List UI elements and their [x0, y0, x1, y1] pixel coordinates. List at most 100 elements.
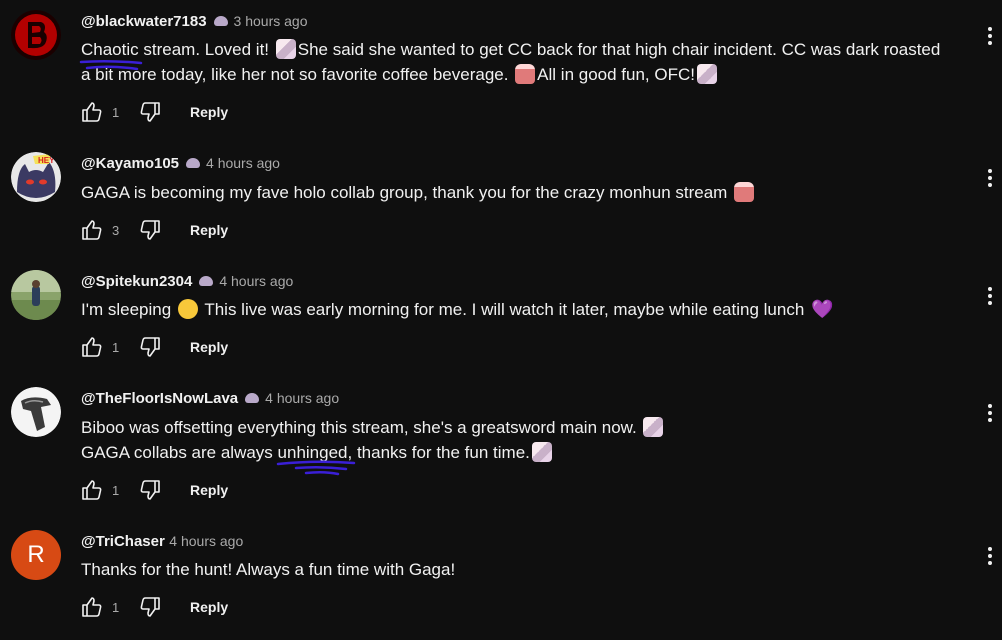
- text-segment: Biboo was offsetting everything this str…: [81, 418, 642, 437]
- comment-actions: 1 Reply: [78, 476, 228, 504]
- timestamp[interactable]: 4 hours ago: [206, 155, 280, 171]
- coffee-cup-emoji-icon: [515, 64, 536, 85]
- avatar[interactable]: [11, 387, 61, 437]
- dislike-button[interactable]: [136, 593, 164, 621]
- comment-text: I'm sleeping This live was early morning…: [81, 297, 833, 322]
- reply-button[interactable]: Reply: [190, 222, 228, 238]
- dislike-button[interactable]: [136, 333, 164, 361]
- avatar[interactable]: R: [11, 530, 61, 580]
- avatar-letter: R: [11, 530, 61, 580]
- svg-text:HEY: HEY: [38, 156, 55, 165]
- more-vert-icon[interactable]: [982, 24, 998, 48]
- timestamp[interactable]: 4 hours ago: [219, 273, 293, 289]
- more-vert-icon[interactable]: [982, 401, 998, 425]
- comment-actions: 1 Reply: [78, 333, 228, 361]
- custom-emoji-icon: [275, 39, 296, 60]
- comment-line: I'm sleeping This live was early morning…: [81, 297, 833, 322]
- comment-header: @TriChaser 4 hours ago: [81, 530, 243, 552]
- member-badge-icon: [245, 392, 260, 403]
- member-badge-icon: [213, 15, 228, 26]
- custom-emoji-icon: [696, 64, 717, 85]
- comment-text: GAGA is becoming my fave holo collab gro…: [81, 180, 756, 205]
- avatar[interactable]: HEY: [11, 152, 61, 202]
- avatar[interactable]: [11, 10, 61, 60]
- thumb-down-icon: [140, 337, 160, 357]
- custom-emoji-icon: [643, 417, 664, 438]
- like-button[interactable]: [78, 333, 106, 361]
- dislike-button[interactable]: [136, 476, 164, 504]
- reply-button[interactable]: Reply: [190, 599, 228, 615]
- comment-line: a bit more today, like her not so favori…: [81, 62, 940, 87]
- thumb-up-icon: [82, 102, 102, 122]
- like-button[interactable]: [78, 98, 106, 126]
- text-segment: I'm sleeping: [81, 300, 176, 319]
- timestamp[interactable]: 4 hours ago: [169, 533, 243, 549]
- like-count: 1: [112, 599, 120, 615]
- more-vert-icon[interactable]: [982, 166, 998, 190]
- author-name[interactable]: @TheFloorIsNowLava: [81, 390, 238, 407]
- reply-button[interactable]: Reply: [190, 339, 228, 355]
- comment-line: Chaotic stream. Loved it! She said she w…: [79, 37, 941, 71]
- comment-header: @Spitekun2304 4 hours ago: [81, 270, 293, 292]
- text-segment: She said she wanted to get CC back for t…: [297, 40, 941, 59]
- comment-text: Chaotic stream. Loved it! She said she w…: [79, 37, 941, 87]
- timestamp[interactable]: 4 hours ago: [265, 390, 339, 406]
- comment-line: Biboo was offsetting everything this str…: [81, 415, 665, 440]
- author-name[interactable]: @Spitekun2304: [81, 273, 192, 290]
- like-count: 1: [112, 482, 120, 498]
- comment-header: @TheFloorIsNowLava 4 hours ago: [81, 387, 339, 409]
- text-segment: Thanks for the hunt! Always a fun time w…: [81, 560, 456, 579]
- like-count: 1: [112, 339, 120, 355]
- underlined-word: Chaotic: [79, 37, 143, 71]
- coffee-cup-emoji-icon: [734, 182, 755, 203]
- word-unhinged: unhinged: [277, 443, 348, 463]
- timestamp[interactable]: 3 hours ago: [234, 13, 308, 29]
- comment-actions: 3 Reply: [78, 216, 228, 244]
- dislike-button[interactable]: [136, 98, 164, 126]
- more-vert-icon[interactable]: [982, 544, 998, 568]
- thumb-up-icon: [82, 597, 102, 617]
- author-name[interactable]: @TriChaser: [81, 533, 165, 550]
- author-name[interactable]: @Kayamo105: [81, 155, 179, 172]
- thumb-down-icon: [140, 597, 160, 617]
- like-button[interactable]: [78, 593, 106, 621]
- like-count: 1: [112, 104, 120, 120]
- text-segment: This live was early morning for me. I wi…: [199, 300, 810, 319]
- comment-line: Thanks for the hunt! Always a fun time w…: [81, 557, 455, 582]
- text-segment: , thanks for the fun time.: [347, 443, 530, 463]
- word-chaotic: Chaotic: [81, 40, 139, 59]
- more-vert-icon[interactable]: [982, 284, 998, 308]
- dislike-button[interactable]: [136, 216, 164, 244]
- comment-text: Biboo was offsetting everything this str…: [81, 415, 665, 476]
- thumb-down-icon: [140, 220, 160, 240]
- comment-header: @blackwater7183 3 hours ago: [81, 10, 308, 32]
- thumb-down-icon: [140, 480, 160, 500]
- member-badge-icon: [186, 157, 201, 168]
- reply-button[interactable]: Reply: [190, 482, 228, 498]
- member-badge-icon: [199, 275, 214, 286]
- underlined-word: unhinged: [276, 440, 355, 476]
- text-segment: GAGA collabs are always: [81, 443, 278, 463]
- thumb-down-icon: [140, 102, 160, 122]
- comment-line: GAGA collabs are always unhinged, thanks…: [81, 440, 665, 476]
- comments-list: @blackwater7183 3 hours ago Chaotic strea…: [0, 0, 1002, 640]
- text-segment: All in good fun, OFC!: [537, 65, 695, 85]
- comment-actions: 1 Reply: [78, 593, 228, 621]
- author-name[interactable]: @blackwater7183: [81, 13, 207, 30]
- custom-emoji-icon: [531, 442, 552, 463]
- reply-button[interactable]: Reply: [190, 104, 228, 120]
- like-button[interactable]: [78, 216, 106, 244]
- comment-actions: 1 Reply: [78, 98, 228, 126]
- text-segment: GAGA is becoming my fave holo collab gro…: [81, 183, 733, 202]
- comment-header: @Kayamo105 4 hours ago: [81, 152, 280, 174]
- avatar[interactable]: [11, 270, 61, 320]
- thumb-up-icon: [82, 220, 102, 240]
- like-button[interactable]: [78, 476, 106, 504]
- purple-heart-emoji-icon: 💜: [811, 299, 834, 320]
- thumb-up-icon: [82, 337, 102, 357]
- like-count: 3: [112, 222, 120, 238]
- comment-line: GAGA is becoming my fave holo collab gro…: [81, 180, 756, 205]
- comment-text: Thanks for the hunt! Always a fun time w…: [81, 557, 455, 582]
- thumb-up-icon: [82, 480, 102, 500]
- text-segment: a bit more today, like her not so favori…: [81, 65, 514, 85]
